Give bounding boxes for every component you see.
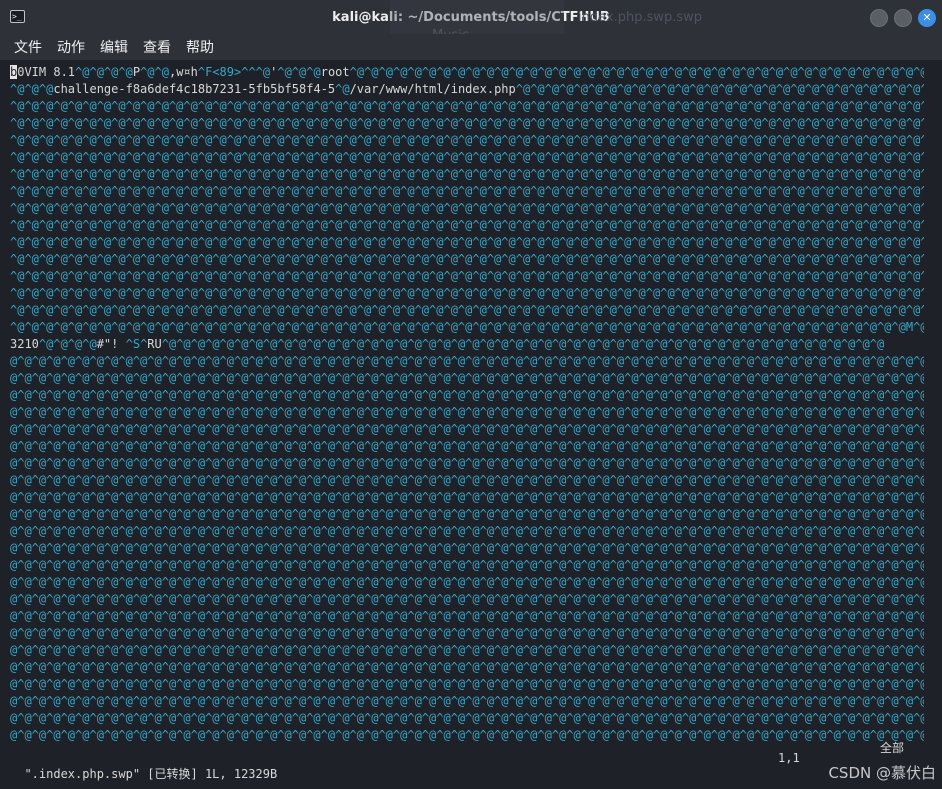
- buffer-text-segment: ^@^@: [140, 65, 169, 79]
- buffer-line-null-fill: @^@^@^@^@^@^@^@^@^@^@^@^@^@^@^@^@^@^@^@^…: [10, 473, 924, 487]
- buffer-line-null-fill: ^@^@^@^@^@^@^@^@^@^@^@^@^@^@^@^@^@^@^@^@…: [10, 235, 924, 249]
- buffer-line-null-fill: @^@^@^@^@^@^@^@^@^@^@^@^@^@^@^@^@^@^@^@^…: [10, 405, 924, 419]
- buffer-line-null-fill: @^@^@^@^@^@^@^@^@^@^@^@^@^@^@^@^@^@^@^@^…: [10, 490, 924, 504]
- buffer-line-null-fill: @^@^@^@^@^@^@^@^@^@^@^@^@^@^@^@^@^@^@^@^…: [10, 524, 924, 538]
- buffer-line-null-fill: ^@^@^@^@^@^@^@^@^@^@^@^@^@^@^@^@^@^@^@^@…: [10, 201, 924, 215]
- buffer-text-segment: 0VIM 8.1: [17, 65, 76, 79]
- buffer-line-null-fill: @^@^@^@^@^@^@^@^@^@^@^@^@^@^@^@^@^@^@^@^…: [10, 575, 924, 589]
- buffer-text-segment: RU: [147, 337, 162, 351]
- buffer-text-segment: root: [320, 65, 350, 79]
- buffer-line-null-fill: ^@^@^@^@^@^@^@^@^@^@^@^@^@^@^@^@^@^@^@^@…: [10, 252, 924, 266]
- terminal-icon: >_: [10, 10, 25, 23]
- buffer-line-null-fill: @^@^@^@^@^@^@^@^@^@^@^@^@^@^@^@^@^@^@^@^…: [10, 354, 924, 368]
- status-cursor-position: 1,1: [778, 751, 800, 765]
- buffer-line-null-fill: ^@^@^@^@^@^@^@^@^@^@^@^@^@^@^@^@^@^@^@^@…: [10, 303, 924, 317]
- close-button[interactable]: ✕: [918, 9, 936, 27]
- buffer-line-null-fill: @^@^@^@^@^@^@^@^@^@^@^@^@^@^@^@^@^@^@^@^…: [10, 660, 924, 674]
- buffer-line-null-fill: ^@^@^@^@^@^@^@^@^@^@^@^@^@^@^@^@^@^@^@^@…: [10, 184, 924, 198]
- terminal-viewport[interactable]: b0VIM 8.1^@^@^@^@P^@^@,w¤h^F<89>^^^@'^@^…: [0, 60, 942, 789]
- buffer-line-null-fill: ^@^@^@^@^@^@^@^@^@^@^@^@^@^@^@^@^@^@^@^@…: [10, 167, 924, 181]
- buffer-line-null-fill: @^@^@^@^@^@^@^@^@^@^@^@^@^@^@^@^@^@^@^@^…: [10, 609, 924, 623]
- buffer-line-null-fill: ^@^@^@^@^@^@^@^@^@^@^@^@^@^@^@^@^@^@^@^@…: [10, 133, 924, 147]
- status-file-info: ".index.php.swp" [已转换] 1L, 12329B: [24, 767, 278, 781]
- minimize-button[interactable]: [870, 9, 888, 27]
- menu-bar: 文件 动作 编辑 查看 帮助: [0, 34, 942, 60]
- buffer-text-segment: ,w¤h: [168, 65, 198, 79]
- buffer-line-block-header: 3210^@^@^@^@#"! ^S^RU^@^@^@^@^@^@^@^@^@^…: [10, 336, 924, 352]
- buffer-line-null-fill: ^@^@^@^@^@^@^@^@^@^@^@^@^@^@^@^@^@^@^@^@…: [10, 150, 924, 164]
- buffer-line-header: b0VIM 8.1^@^@^@^@P^@^@,w¤h^F<89>^^^@'^@^…: [10, 64, 924, 80]
- buffer-text-segment: ^@: [335, 82, 350, 96]
- menu-edit[interactable]: 编辑: [100, 37, 128, 57]
- buffer-text-segment: challenge-f8a6def4c18b7231-5fb5bf58f4-5: [53, 82, 336, 96]
- buffer-line-null-fill: @^@^@^@^@^@^@^@^@^@^@^@^@^@^@^@^@^@^@^@^…: [10, 388, 924, 402]
- buffer-line-null-fill: @^@^@^@^@^@^@^@^@^@^@^@^@^@^@^@^@^@^@^@^…: [10, 728, 924, 742]
- buffer-text-segment: ^F<89>^^^@: [197, 65, 271, 79]
- buffer-line-null-fill: ^@^@^@^@^@^@^@^@^@^@^@^@^@^@^@^@^@^@^@^@…: [10, 218, 924, 232]
- buffer-text-segment: ^S^: [118, 337, 148, 351]
- window-titlebar[interactable]: >_ index.php.swp.swp Music kali@kali: ~/…: [0, 0, 942, 52]
- status-scroll-position: 全部: [880, 741, 905, 755]
- buffer-text-segment: ^@^@^@^@: [38, 337, 97, 351]
- buffer-line-null-fill: @^@^@^@^@^@^@^@^@^@^@^@^@^@^@^@^@^@^@^@^…: [10, 371, 924, 385]
- buffer-line-null-fill: @^@^@^@^@^@^@^@^@^@^@^@^@^@^@^@^@^@^@^@^…: [10, 558, 924, 572]
- buffer-text-segment: #"!: [96, 337, 119, 351]
- buffer-text-segment: ^@^@^@^@^@^@^@^@^@^@^@^@^@^@^@^@^@^@^@^@…: [10, 320, 906, 334]
- buffer-text-segment: ^@^@^@: [10, 82, 54, 96]
- buffer-text-segment: ^@^@^@: [277, 65, 321, 79]
- buffer-line-null-fill: @^@^@^@^@^@^@^@^@^@^@^@^@^@^@^@^@^@^@^@^…: [10, 592, 924, 606]
- buffer-fill-segment: ^@^@^@^@^@^@^@^@^@^@^@^@^@^@^@^@^@^@^@^@…: [349, 65, 924, 79]
- buffer-line-null-fill: @^@^@^@^@^@^@^@^@^@^@^@^@^@^@^@^@^@^@^@^…: [10, 541, 924, 555]
- vim-status-line: ".index.php.swp" [已转换] 1L, 12329B 1,1 全部: [10, 741, 934, 781]
- window-title: kali@kali: ~/Documents/tools/CTFHUB: [332, 9, 610, 25]
- buffer-line-null-fill: @^@^@^@^@^@^@^@^@^@^@^@^@^@^@^@^@^@^@^@^…: [10, 626, 924, 640]
- csdn-watermark: CSDN @慕伏白: [828, 764, 936, 782]
- buffer-line-null-fill: @^@^@^@^@^@^@^@^@^@^@^@^@^@^@^@^@^@^@^@^…: [10, 507, 924, 521]
- maximize-button[interactable]: [894, 9, 912, 27]
- buffer-line-null-fill: @^@^@^@^@^@^@^@^@^@^@^@^@^@^@^@^@^@^@^@^…: [10, 711, 924, 725]
- buffer-text-segment: P: [132, 65, 141, 79]
- buffer-line-null-fill: ^@^@^@^@^@^@^@^@^@^@^@^@^@^@^@^@^@^@^@^@…: [10, 286, 924, 300]
- buffer-line-null-fill: @^@^@^@^@^@^@^@^@^@^@^@^@^@^@^@^@^@^@^@^…: [10, 422, 924, 436]
- buffer-line-null-fill: @^@^@^@^@^@^@^@^@^@^@^@^@^@^@^@^@^@^@^@^…: [10, 456, 924, 470]
- buffer-line-block-marker: ^@^@^@^@^@^@^@^@^@^@^@^@^@^@^@^@^@^@^@^@…: [10, 319, 924, 335]
- buffer-text-segment: M: [905, 320, 914, 334]
- menu-actions[interactable]: 动作: [57, 37, 85, 57]
- buffer-line-null-fill: @^@^@^@^@^@^@^@^@^@^@^@^@^@^@^@^@^@^@^@^…: [10, 643, 924, 657]
- buffer-text-segment: /var/www/html/index.php: [349, 82, 516, 96]
- buffer-text-segment: ^@: [913, 320, 924, 334]
- buffer-line-null-fill: ^@^@^@^@^@^@^@^@^@^@^@^@^@^@^@^@^@^@^@^@…: [10, 269, 924, 283]
- buffer-fill-segment: ^@^@^@^@^@^@^@^@^@^@^@^@^@^@^@^@^@^@^@^@…: [515, 82, 924, 96]
- buffer-line-path: ^@^@^@challenge-f8a6def4c18b7231-5fb5bf5…: [10, 81, 924, 97]
- buffer-line-null-fill: @^@^@^@^@^@^@^@^@^@^@^@^@^@^@^@^@^@^@^@^…: [10, 677, 924, 691]
- menu-file[interactable]: 文件: [14, 37, 42, 57]
- buffer-text-segment: ^@^@^@^@^@^@^@^@^@^@^@^@^@^@^@^@^@^@^@^@…: [161, 337, 885, 351]
- buffer-text-segment: 3210: [10, 337, 39, 351]
- buffer-text-segment: ^@^@^@^@: [75, 65, 133, 79]
- menu-view[interactable]: 查看: [143, 37, 171, 57]
- buffer-line-null-fill: ^@^@^@^@^@^@^@^@^@^@^@^@^@^@^@^@^@^@^@^@…: [10, 99, 924, 113]
- buffer-line-null-fill: ^@^@^@^@^@^@^@^@^@^@^@^@^@^@^@^@^@^@^@^@…: [10, 116, 924, 130]
- menu-help[interactable]: 帮助: [186, 37, 214, 57]
- buffer-line-null-fill: @^@^@^@^@^@^@^@^@^@^@^@^@^@^@^@^@^@^@^@^…: [10, 439, 924, 453]
- buffer-line-null-fill: @^@^@^@^@^@^@^@^@^@^@^@^@^@^@^@^@^@^@^@^…: [10, 694, 924, 708]
